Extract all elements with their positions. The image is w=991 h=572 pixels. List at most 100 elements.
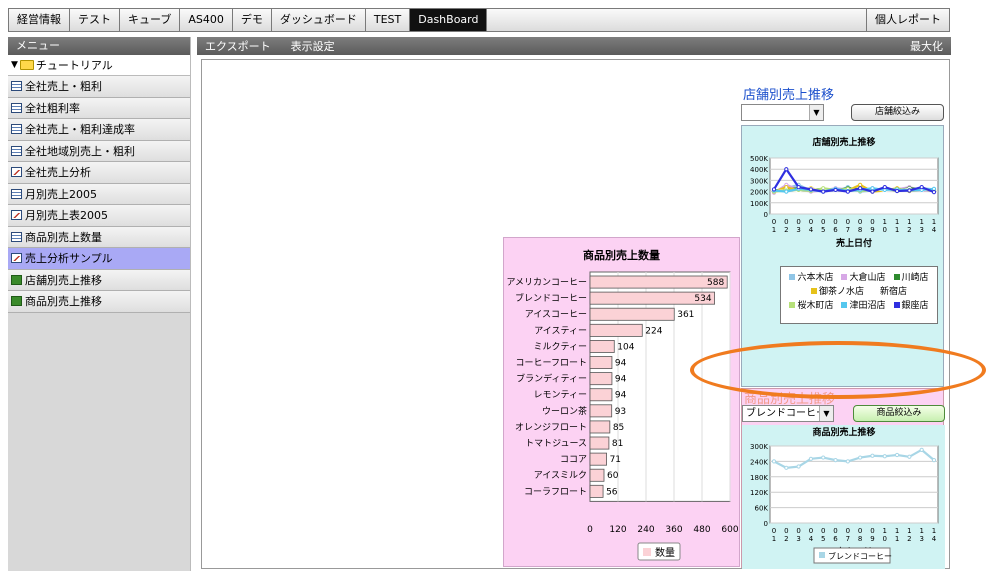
bar-chart-svg: アメリカンコーヒー 588 ブレンドコーヒー 534 アイスコーヒー 361 アイスティー 2…: [506, 271, 739, 561]
legend-entry: 川崎店: [893, 270, 929, 283]
tab-personal-report[interactable]: 個人レポート: [867, 9, 949, 31]
x-tick-label: 0: [784, 527, 788, 535]
x-tick-label: 7: [846, 226, 850, 234]
sidebar: メニュー ▼ チュートリアル 全社売上・粗利全社粗利率 全社売上・粗利達成率 全社地…: [8, 37, 191, 571]
category-label: アイスティー: [534, 325, 587, 336]
store-filter-button[interactable]: 店舗絞込み: [851, 104, 944, 121]
chevron-down-icon[interactable]: ▼: [819, 406, 833, 421]
data-point: [858, 186, 863, 191]
legend-label: 桜木町店: [797, 301, 834, 311]
bar: [589, 372, 613, 386]
data-label: 60: [607, 471, 619, 481]
product-sales-panel: 商品別売上推移 ブレンドコーヒー ▼ 商品絞込み 商品別売上推移 0 60K 120K…: [741, 388, 945, 569]
category-label: アメリカンコーヒー: [506, 277, 587, 288]
category-label: ブランディティー: [516, 373, 587, 385]
tab-7[interactable]: DashBoard: [410, 9, 488, 31]
legend-swatch: [893, 273, 900, 280]
x-tick-label: 2: [907, 226, 911, 234]
x-tick-label: 9: [870, 226, 874, 234]
x-tick-label: 2: [784, 226, 788, 234]
dashboard-canvas: 商品別売上数量 アメリカンコーヒー 588 ブレンドコーヒー 534 アイスコーヒー 36…: [201, 59, 986, 569]
export-menu[interactable]: エクスポート: [205, 38, 271, 54]
data-point: [771, 187, 777, 192]
data-point: [808, 187, 814, 192]
tab-4[interactable]: デモ: [233, 9, 272, 31]
data-label: 94: [615, 391, 627, 401]
x-tick-label: 3: [919, 226, 923, 234]
x-tick-label: 0: [846, 218, 850, 226]
sidebar-item-5[interactable]: 月別売上2005: [8, 183, 190, 205]
legend-label: 津田沼店: [849, 301, 886, 311]
sidebar-item-6[interactable]: 月別売上表2005: [8, 205, 190, 227]
table-icon: [11, 124, 22, 135]
tab-3[interactable]: AS400: [180, 9, 233, 31]
chart-icon: [11, 253, 22, 264]
sidebar-item-label: 商品別売上推移: [25, 295, 102, 309]
sidebar-item-9[interactable]: 店舗別売上推移: [8, 269, 190, 291]
line-chart-title: 商品別売上推移: [812, 426, 875, 438]
store-select[interactable]: ▼: [741, 104, 824, 121]
sidebar-item-0[interactable]: 全社売上・粗利: [8, 76, 190, 98]
legend-label: 銀座店: [901, 301, 929, 311]
y-tick-label: 0: [764, 211, 768, 219]
table-icon: [11, 102, 22, 113]
data-label: 85: [613, 423, 624, 433]
sidebar-item-10[interactable]: 商品別売上推移: [8, 291, 190, 313]
y-tick-label: 180K: [750, 474, 768, 482]
sidebar-item-4[interactable]: 全社売上分析: [8, 162, 190, 184]
sidebar-item-label: 月別売上2005: [25, 187, 97, 201]
tab-0[interactable]: 経営情報: [9, 9, 70, 31]
tab-2[interactable]: キューブ: [120, 9, 181, 31]
x-tick-label: 7: [846, 535, 850, 543]
sidebar-item-8[interactable]: 売上分析サンプル: [8, 248, 190, 270]
menu-header: メニュー: [8, 37, 190, 55]
highlight-ellipse: [690, 341, 986, 399]
sidebar-item-label: 月別売上表2005: [25, 209, 108, 223]
y-tick-label: 0: [764, 520, 768, 528]
data-point: [931, 186, 937, 191]
y-tick-label: 240K: [750, 458, 768, 466]
x-tick-label: 8: [858, 226, 862, 234]
product-select[interactable]: ブレンドコーヒー ▼: [742, 405, 834, 422]
tab-1[interactable]: テスト: [70, 9, 120, 31]
x-tick-label: 5: [821, 535, 825, 543]
x-tick-label: 1: [895, 226, 899, 234]
x-tick-label: 1: [919, 218, 923, 226]
sidebar-item-3[interactable]: 全社地域別売上・粗利: [8, 140, 190, 162]
sidebar-item-label: 全社売上・粗利: [25, 80, 102, 94]
tab-6[interactable]: TEST: [366, 9, 411, 31]
main-area: エクスポート 表示設定 最大化 商品別売上数量 アメリカンコーヒー 588 ブレンド…: [197, 37, 986, 571]
y-tick-label: 300K: [750, 177, 768, 185]
table-icon: [11, 81, 22, 92]
sidebar-item-1[interactable]: 全社粗利率: [8, 97, 190, 119]
bar: [589, 388, 613, 402]
data-point: [821, 189, 826, 194]
expand-triangle-icon[interactable]: ▼: [11, 55, 18, 76]
right-panel: 店舗別売上推移 ▼ 店舗絞込み 店舗別売上推移 0 100K 200K 300K 400K…: [741, 82, 948, 569]
sidebar-item-2[interactable]: 全社売上・粗利達成率: [8, 119, 190, 141]
x-tick-label: 1: [907, 527, 911, 535]
plot-area: [769, 445, 939, 524]
data-point: [833, 187, 838, 193]
sidebar-item-7[interactable]: 商品別売上数量: [8, 226, 190, 248]
legend-swatch: [841, 273, 848, 280]
data-point: [833, 458, 838, 463]
chevron-down-icon[interactable]: ▼: [809, 105, 823, 120]
store-legend: 六本木店 大倉山店 川崎店 御茶ノ水店 新宿店 桜木町店 津田沼店 銀座店: [780, 266, 938, 324]
tab-5[interactable]: ダッシュボード: [272, 9, 366, 31]
legend-label: 数量: [655, 546, 675, 559]
display-settings-menu[interactable]: 表示設定: [291, 38, 335, 54]
category-label: コーラフロート: [524, 486, 587, 497]
x-tick-label: 1: [895, 535, 899, 543]
data-point: [931, 458, 937, 463]
product-filter-button[interactable]: 商品絞込み: [853, 405, 945, 422]
data-point: [821, 186, 826, 191]
maximize-button[interactable]: 最大化: [910, 38, 943, 54]
tree-root-tutorial[interactable]: ▼ チュートリアル: [8, 55, 190, 76]
x-tick-label: 5: [821, 226, 825, 234]
legend-entry: 桜木町店: [789, 298, 833, 311]
category-label: コーヒーフロート: [516, 358, 587, 369]
folder-icon: [19, 60, 34, 70]
data-point: [882, 185, 887, 190]
data-point: [796, 185, 801, 190]
